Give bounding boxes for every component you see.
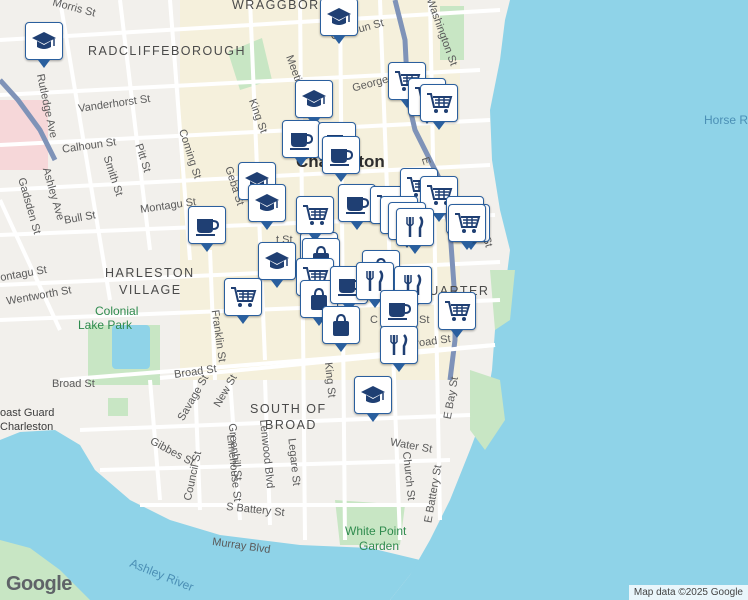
school-icon [253,189,281,217]
neighborhood-label-harleston-1: HARLESTON [105,266,195,280]
fork-knife-icon [385,331,413,359]
poi-label-coast-guard-1: oast Guard [0,407,55,419]
cafe-pin[interactable] [322,136,360,182]
school-icon [325,3,353,31]
coffee-cup-icon [327,141,355,169]
school-pin[interactable] [25,22,63,68]
neighborhood-label-harleston-2: VILLAGE [119,283,182,297]
school-icon [30,27,58,55]
cafe-pin[interactable] [188,206,226,252]
shopping-cart-icon [453,209,481,237]
school-pin[interactable] [248,184,286,230]
park-label-colonial-lake-2: Lake Park [78,318,133,332]
restaurant-pin[interactable] [380,326,418,372]
school-pin[interactable] [295,80,333,126]
google-logo[interactable]: Google [6,573,72,596]
grocery-pin[interactable] [420,84,458,130]
park-label-colonial-lake-1: Colonial [95,304,139,318]
shopping-bag-icon [327,311,355,339]
shopping-pin[interactable] [322,306,360,352]
grocery-pin[interactable] [448,204,486,250]
neighborhood-label-wraggborough: WRAGGBORO [232,0,331,12]
shopping-cart-icon [443,297,471,325]
cafe-pin[interactable] [380,290,418,336]
coffee-cup-icon [343,189,371,217]
school-icon [263,247,291,275]
grocery-pin[interactable] [438,292,476,338]
coffee-cup-icon [193,211,221,239]
coffee-cup-icon [287,125,315,153]
school-pin[interactable] [258,242,296,288]
school-pin[interactable] [354,376,392,422]
restaurant-pin[interactable] [396,208,434,254]
water-label-horse-reach: Horse R [704,113,748,127]
park-label-white-point-2: Garden [359,539,400,553]
map-canvas[interactable]: WRAGGBORO RADCLIFFEBOROUGH HARLESTON VIL… [0,0,748,600]
street-label: Broad St [52,378,95,390]
school-icon [300,85,328,113]
shopping-cart-icon [229,283,257,311]
street-label: St [419,314,430,326]
neighborhood-label-south-of-broad-2: BROAD [265,418,317,432]
shopping-cart-icon [301,201,329,229]
poi-label-coast-guard-2: Charleston [0,421,54,433]
grocery-pin[interactable] [296,196,334,242]
grocery-pin[interactable] [224,278,262,324]
neighborhood-label-radcliffeborough: RADCLIFFEBOROUGH [88,44,247,58]
map-attribution[interactable]: Map data ©2025 Google [628,585,748,600]
park-label-white-point-1: White Point [345,524,407,538]
cafe-pin[interactable] [282,120,320,166]
neighborhood-label-south-of-broad-1: SOUTH OF [250,402,327,416]
coffee-cup-icon [385,295,413,323]
fork-knife-icon [401,213,429,241]
school-icon [359,381,387,409]
shopping-cart-icon [425,89,453,117]
school-pin[interactable] [320,0,358,44]
